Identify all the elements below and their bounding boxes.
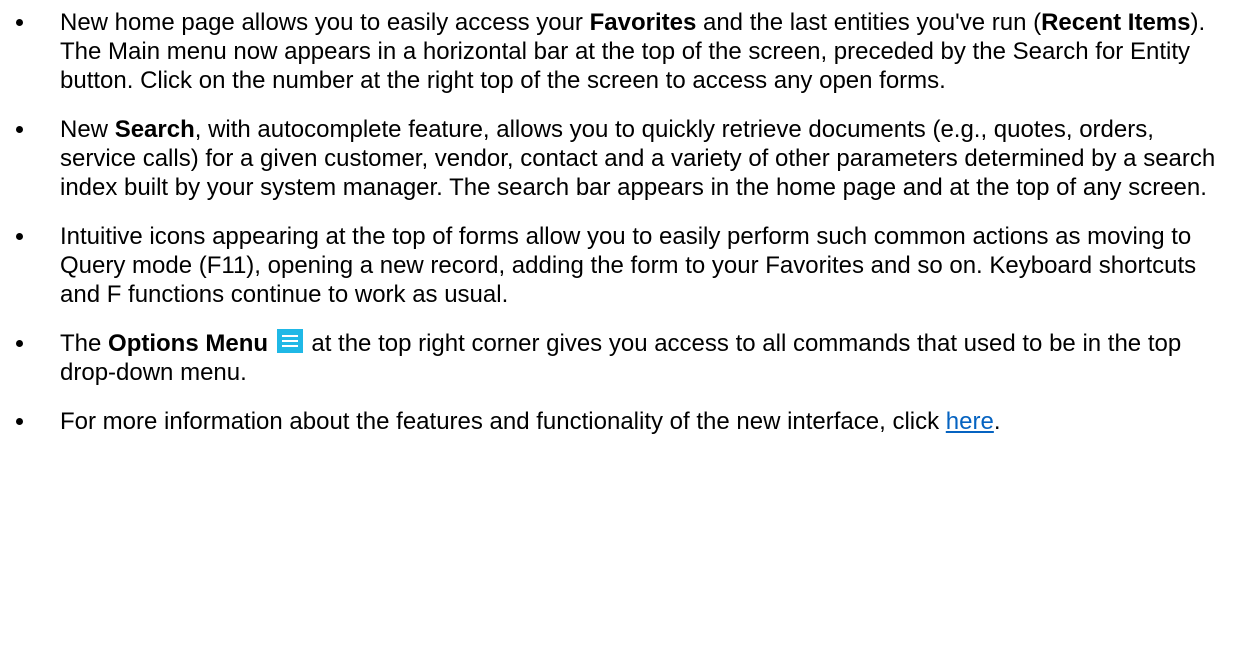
bullet-bold-favorites: Favorites [589, 9, 697, 36]
here-link[interactable]: here [946, 408, 994, 435]
bullet-text: New [60, 116, 115, 143]
document-page: New home page allows you to easily acces… [0, 0, 1259, 670]
bullet-text: Intuitive icons appearing at the top of … [60, 223, 1197, 308]
hamburger-menu-icon [276, 329, 303, 353]
bullet-text: , with autocomplete feature, allows you … [60, 116, 1216, 201]
bullet-dot [16, 126, 23, 133]
bullet-bold-recent-items: Recent Items [1041, 9, 1191, 36]
bullet-dot [16, 19, 23, 26]
bullet-text: and the last entities you've run ( [696, 9, 1042, 36]
bullet-dot [16, 233, 23, 240]
bullet-text: The [60, 330, 109, 357]
bullet-more-info: For more information about the features … [0, 407, 1219, 436]
bullet-home-page: New home page allows you to easily acces… [0, 8, 1219, 95]
feature-bullet-list: New home page allows you to easily acces… [0, 8, 1219, 436]
bullet-text: New home page allows you to easily acces… [60, 9, 590, 36]
bullet-dot [16, 418, 23, 425]
bullet-text: . [993, 408, 1001, 435]
bullet-bold-search: Search [114, 116, 195, 143]
bullet-options-menu: The Options Menu at the top right corner… [0, 329, 1219, 387]
bullet-dot [16, 340, 23, 347]
bullet-search: New Search, with autocomplete feature, a… [0, 115, 1219, 202]
bullet-bold-options-menu: Options Menu [108, 330, 269, 357]
bullet-text: For more information about the features … [60, 408, 946, 435]
bullet-icons: Intuitive icons appearing at the top of … [0, 222, 1219, 309]
